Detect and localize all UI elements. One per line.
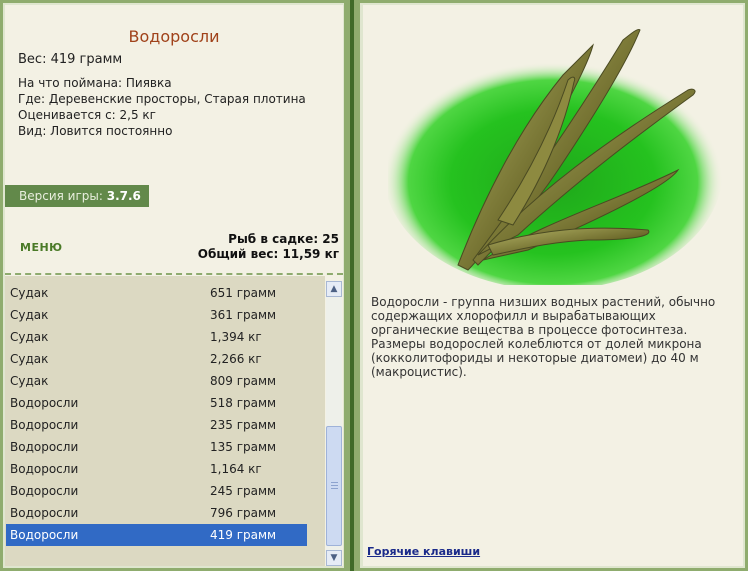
- catch-row-weight: 796 грамм: [210, 506, 277, 520]
- catch-row-weight: 419 грамм: [210, 528, 277, 542]
- catch-list-row[interactable]: Судак 2,266 кг: [6, 348, 307, 370]
- fish-info: Водоросли Вес: 419 грамм На что поймана:…: [5, 5, 343, 273]
- catch-row-weight: 809 грамм: [210, 374, 277, 388]
- catch-row-name: Водоросли: [10, 418, 79, 432]
- keep-count: Рыб в садке: 25: [228, 232, 339, 246]
- keep-total-weight: Общий вес: 11,59 кг: [197, 247, 339, 261]
- catch-row-name: Судак: [10, 374, 49, 388]
- catch-row-weight: 135 грамм: [210, 440, 277, 454]
- right-panel: Водоросли - группа низших водных растени…: [363, 5, 743, 566]
- scrollbar-grip: [331, 485, 338, 486]
- catch-row-name: Водоросли: [10, 440, 79, 454]
- catch-row-name: Судак: [10, 352, 49, 366]
- fish-kind: Вид: Ловится постоянно: [18, 124, 173, 138]
- catch-row-name: Водоросли: [10, 462, 79, 476]
- catch-row-name: Водоросли: [10, 396, 79, 410]
- scroll-up-arrow-icon[interactable]: ▲: [326, 281, 342, 297]
- menu-button[interactable]: МЕНЮ: [20, 241, 63, 254]
- catch-row-weight: 651 грамм: [210, 286, 277, 300]
- scrollbar-thumb[interactable]: [326, 426, 342, 546]
- fish-bait: На что поймана: Пиявка: [18, 76, 172, 90]
- catch-row-name: Водоросли: [10, 506, 79, 520]
- keep-stats: Рыб в садке: 25 Общий вес: 11,59 кг: [198, 232, 339, 262]
- catch-row-name: Судак: [10, 330, 49, 344]
- catch-row-name: Судак: [10, 308, 49, 322]
- catch-row-weight: 235 грамм: [210, 418, 277, 432]
- fish-description: Водоросли - группа низших водных растени…: [371, 295, 716, 379]
- scrollbar-grip: [331, 482, 338, 483]
- catch-list-row[interactable]: Водоросли 135 грамм: [6, 436, 307, 458]
- fish-weight: Вес: 419 грамм: [18, 52, 123, 67]
- scrollbar-grip: [331, 488, 338, 489]
- catch-list-row[interactable]: Водоросли 419 грамм: [6, 524, 307, 546]
- catch-list-row[interactable]: Водоросли 796 грамм: [6, 502, 307, 524]
- hotkeys-link[interactable]: Горячие клавиши: [367, 545, 480, 558]
- catch-list-row[interactable]: Судак 361 грамм: [6, 304, 307, 326]
- catch-row-weight: 1,394 кг: [210, 330, 262, 344]
- fish-value: Оценивается с: 2,5 кг: [18, 108, 156, 122]
- fish-title: Водоросли: [128, 27, 220, 46]
- scroll-down-arrow-icon[interactable]: ▼: [326, 550, 342, 566]
- catch-row-weight: 2,266 кг: [210, 352, 262, 366]
- catch-row-weight: 1,164 кг: [210, 462, 262, 476]
- catch-list-row[interactable]: Судак 1,394 кг: [6, 326, 307, 348]
- catch-row-name: Водоросли: [10, 528, 79, 542]
- catch-row-name: Судак: [10, 286, 49, 300]
- catch-row-weight: 245 грамм: [210, 484, 277, 498]
- left-panel: Водоросли Вес: 419 грамм На что поймана:…: [5, 5, 343, 566]
- catch-list-row[interactable]: Судак 809 грамм: [6, 370, 307, 392]
- catch-list[interactable]: Судак 651 грамм Судак 361 грамм Судак 1,394 к…: [5, 276, 325, 566]
- catch-list-row[interactable]: Водоросли 235 грамм: [6, 414, 307, 436]
- catch-row-weight: 361 грамм: [210, 308, 277, 322]
- catch-list-row[interactable]: Водоросли 1,164 кг: [6, 458, 307, 480]
- catch-list-row[interactable]: Водоросли 518 грамм: [6, 392, 307, 414]
- version-badge: Версия игры: 3.7.6: [5, 185, 149, 207]
- catch-list-scrollbar[interactable]: ▲ ▼: [326, 281, 342, 566]
- catch-row-name: Водоросли: [10, 484, 79, 498]
- version-label: Версия игры:: [19, 189, 107, 203]
- catch-list-row[interactable]: Судак 651 грамм: [6, 282, 307, 304]
- catch-list-row[interactable]: Водоросли 245 грамм: [6, 480, 307, 502]
- dashed-separator: [5, 273, 343, 275]
- seaweed-illustration: [388, 29, 723, 285]
- fish-location: Где: Деревенские просторы, Старая плотин…: [18, 92, 306, 106]
- catch-row-weight: 518 грамм: [210, 396, 277, 410]
- version-number: 3.7.6: [106, 189, 141, 203]
